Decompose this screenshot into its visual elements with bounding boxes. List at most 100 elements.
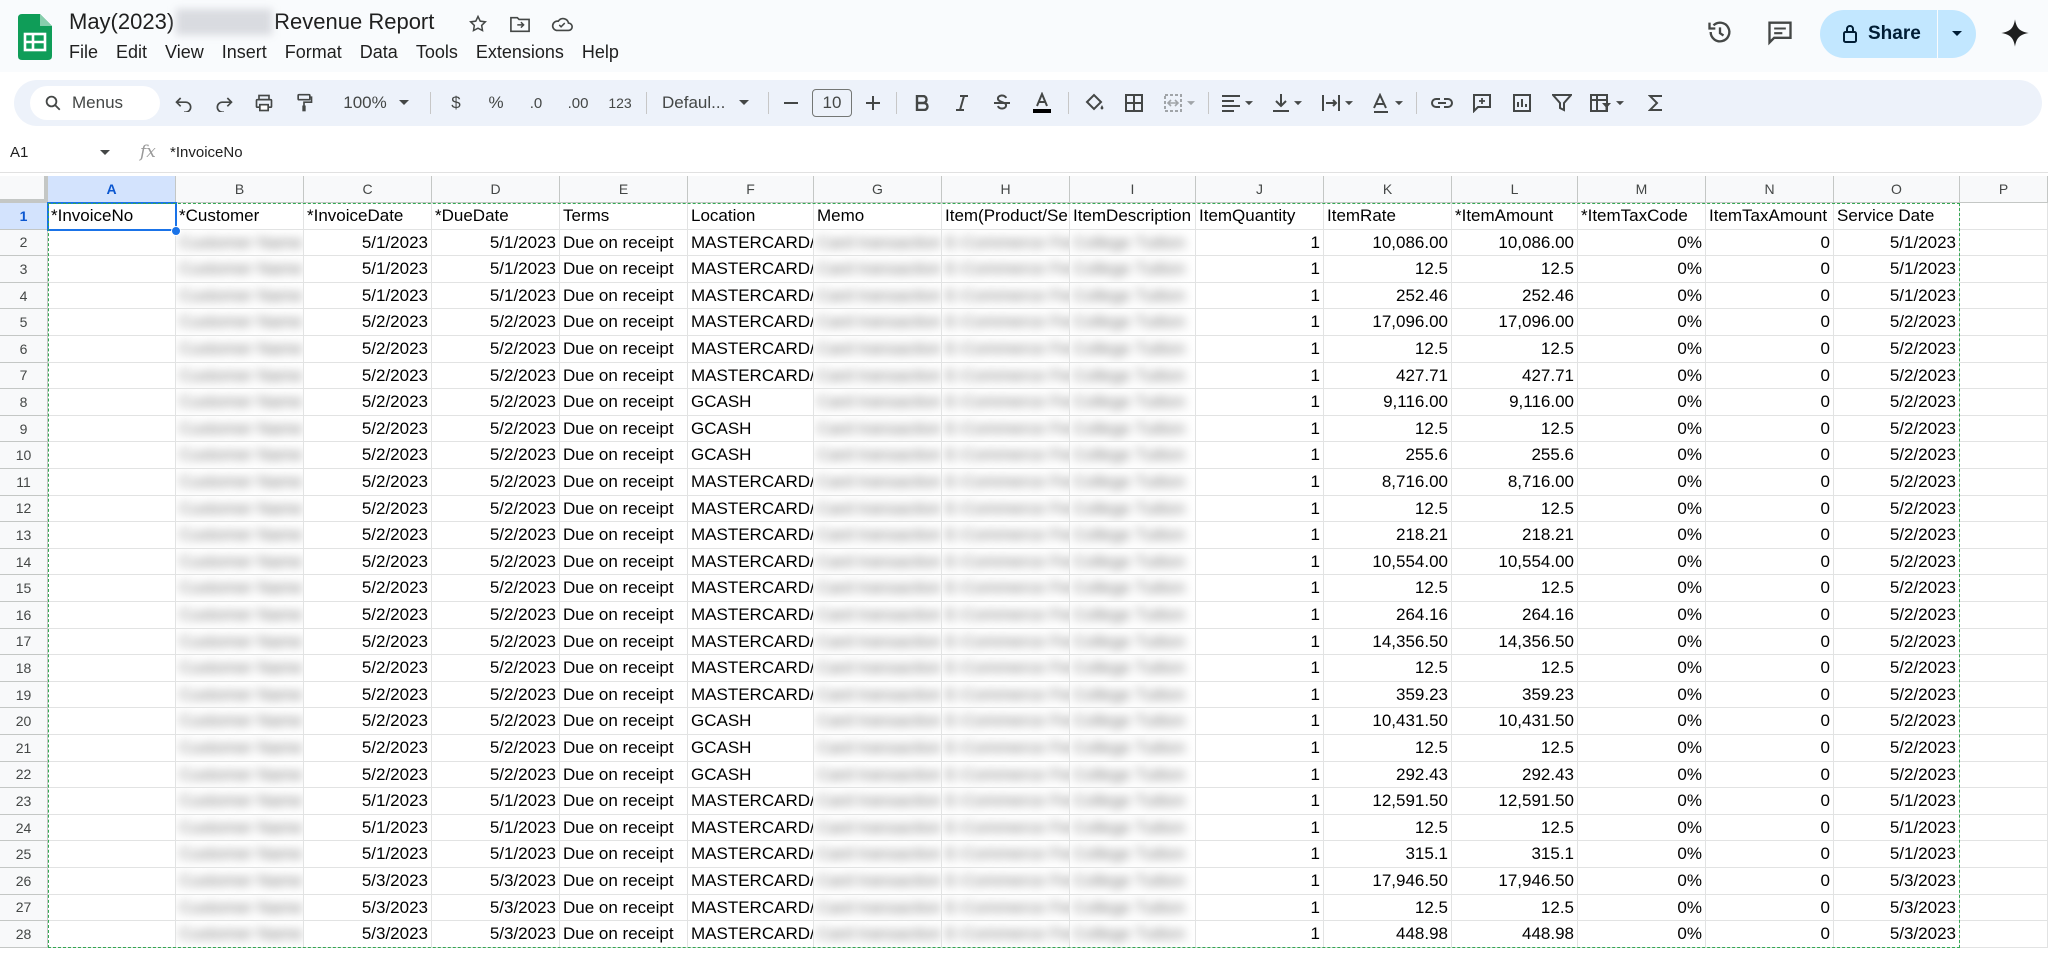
- table-cell[interactable]: 359.23: [1452, 681, 1578, 709]
- table-cell[interactable]: Customer Name: [176, 256, 304, 283]
- table-cell[interactable]: [1960, 761, 2048, 789]
- table-cell[interactable]: 5/2/2023: [432, 336, 560, 363]
- table-cell[interactable]: [48, 628, 176, 656]
- table-cell[interactable]: 12.5: [1324, 575, 1452, 602]
- table-cell[interactable]: 1: [1196, 735, 1324, 762]
- table-cell[interactable]: MASTERCARD/: [688, 602, 814, 629]
- comments-icon[interactable]: [1766, 18, 1794, 46]
- table-cell[interactable]: College Tuition: [1070, 788, 1196, 815]
- table-cell[interactable]: Customer Name: [176, 761, 304, 789]
- font-size-increase-button[interactable]: [858, 80, 888, 126]
- table-cell[interactable]: Card transaction: [814, 788, 942, 815]
- menu-edit[interactable]: Edit: [107, 40, 156, 65]
- table-cell[interactable]: [48, 469, 176, 496]
- row-header[interactable]: 20: [0, 708, 48, 735]
- table-cell[interactable]: E-Commerce Fee: [942, 655, 1070, 682]
- table-cell[interactable]: Due on receipt: [560, 841, 688, 868]
- table-cell[interactable]: 292.43: [1452, 761, 1578, 789]
- table-cell[interactable]: Due on receipt: [560, 735, 688, 762]
- more-formats-button[interactable]: 123: [600, 80, 640, 126]
- table-cell[interactable]: E-Commerce Fee: [942, 229, 1070, 257]
- table-cell[interactable]: 5/2/2023: [1834, 522, 1960, 549]
- table-cell[interactable]: E-Commerce Fee: [942, 495, 1070, 523]
- table-cell[interactable]: MASTERCARD/: [688, 309, 814, 336]
- table-cell[interactable]: College Tuition: [1070, 894, 1196, 922]
- table-cell[interactable]: [1960, 415, 2048, 443]
- table-cell[interactable]: 5/2/2023: [304, 708, 432, 735]
- row-header[interactable]: 1: [0, 203, 48, 230]
- table-cell[interactable]: 0: [1706, 602, 1834, 629]
- table-cell[interactable]: 0%: [1578, 628, 1706, 656]
- table-cell[interactable]: Card transaction: [814, 282, 942, 310]
- table-cell[interactable]: 5/1/2023: [1834, 788, 1960, 815]
- table-cell[interactable]: [48, 548, 176, 576]
- table-cell[interactable]: 5/2/2023: [304, 575, 432, 602]
- table-cell[interactable]: 5/3/2023: [304, 894, 432, 922]
- chevron-down-icon[interactable]: [100, 150, 110, 156]
- table-cell[interactable]: Due on receipt: [560, 229, 688, 257]
- table-cell[interactable]: Due on receipt: [560, 894, 688, 922]
- table-cell[interactable]: Card transaction: [814, 442, 942, 469]
- table-cell[interactable]: Card transaction: [814, 336, 942, 363]
- table-cell[interactable]: 5/2/2023: [432, 575, 560, 602]
- table-cell[interactable]: Customer Name: [176, 841, 304, 868]
- column-header-a[interactable]: A: [48, 176, 176, 203]
- table-cell[interactable]: 5/1/2023: [1834, 282, 1960, 310]
- table-cell[interactable]: 5/2/2023: [304, 495, 432, 523]
- row-header[interactable]: 13: [0, 522, 48, 549]
- table-cell[interactable]: 5/2/2023: [304, 389, 432, 416]
- table-cell[interactable]: Card transaction: [814, 469, 942, 496]
- table-cell[interactable]: Due on receipt: [560, 495, 688, 523]
- table-cell[interactable]: 0: [1706, 788, 1834, 815]
- table-cell[interactable]: 5/2/2023: [304, 522, 432, 549]
- table-cell[interactable]: 1: [1196, 469, 1324, 496]
- table-cell[interactable]: [48, 655, 176, 682]
- table-cell[interactable]: 5/3/2023: [304, 868, 432, 895]
- table-cell[interactable]: 5/2/2023: [1834, 708, 1960, 735]
- table-cell[interactable]: GCASH: [688, 442, 814, 469]
- increase-decimal-button[interactable]: .00: [558, 80, 598, 126]
- insert-chart-icon[interactable]: [1504, 80, 1540, 126]
- table-cell[interactable]: 12.5: [1452, 336, 1578, 363]
- table-cell[interactable]: Customer Name: [176, 229, 304, 257]
- table-cell[interactable]: Customer Name: [176, 389, 304, 416]
- table-cell[interactable]: E-Commerce Fee: [942, 814, 1070, 842]
- table-cell[interactable]: 5/3/2023: [1834, 894, 1960, 922]
- table-cell[interactable]: E-Commerce Fee: [942, 256, 1070, 283]
- header-cell[interactable]: Location: [688, 203, 814, 230]
- table-cell[interactable]: E-Commerce Fee: [942, 389, 1070, 416]
- table-cell[interactable]: [48, 442, 176, 469]
- table-cell[interactable]: Customer Name: [176, 602, 304, 629]
- table-cell[interactable]: 0%: [1578, 788, 1706, 815]
- table-cell[interactable]: MASTERCARD/: [688, 841, 814, 868]
- row-header[interactable]: 2: [0, 229, 48, 257]
- table-cell[interactable]: 12.5: [1324, 415, 1452, 443]
- table-cell[interactable]: 218.21: [1452, 522, 1578, 549]
- table-cell[interactable]: College Tuition: [1070, 282, 1196, 310]
- table-cell[interactable]: 5/2/2023: [1834, 415, 1960, 443]
- table-cell[interactable]: 5/1/2023: [304, 282, 432, 310]
- share-button[interactable]: Share: [1820, 23, 1937, 45]
- table-cell[interactable]: 5/2/2023: [1834, 628, 1960, 656]
- header-cell[interactable]: *InvoiceDate: [304, 203, 432, 230]
- table-cell[interactable]: 1: [1196, 921, 1324, 948]
- table-cell[interactable]: Customer Name: [176, 282, 304, 310]
- table-cell[interactable]: Card transaction: [814, 309, 942, 336]
- table-cell[interactable]: [48, 389, 176, 416]
- table-cell[interactable]: 1: [1196, 282, 1324, 310]
- table-cell[interactable]: [1960, 628, 2048, 656]
- header-cell[interactable]: Terms: [560, 203, 688, 230]
- table-cell[interactable]: 5/2/2023: [432, 761, 560, 789]
- table-cell[interactable]: 12,591.50: [1452, 788, 1578, 815]
- table-cell[interactable]: Due on receipt: [560, 788, 688, 815]
- table-cell[interactable]: GCASH: [688, 389, 814, 416]
- table-cell[interactable]: Card transaction: [814, 415, 942, 443]
- zoom-select[interactable]: 100%: [328, 80, 424, 126]
- table-cell[interactable]: 1: [1196, 708, 1324, 735]
- row-header[interactable]: 22: [0, 761, 48, 789]
- table-cell[interactable]: 17,096.00: [1452, 309, 1578, 336]
- table-cell[interactable]: 5/2/2023: [1834, 655, 1960, 682]
- table-cell[interactable]: E-Commerce Fee: [942, 761, 1070, 789]
- horizontal-align-icon[interactable]: [1214, 80, 1260, 126]
- table-cell[interactable]: Card transaction: [814, 575, 942, 602]
